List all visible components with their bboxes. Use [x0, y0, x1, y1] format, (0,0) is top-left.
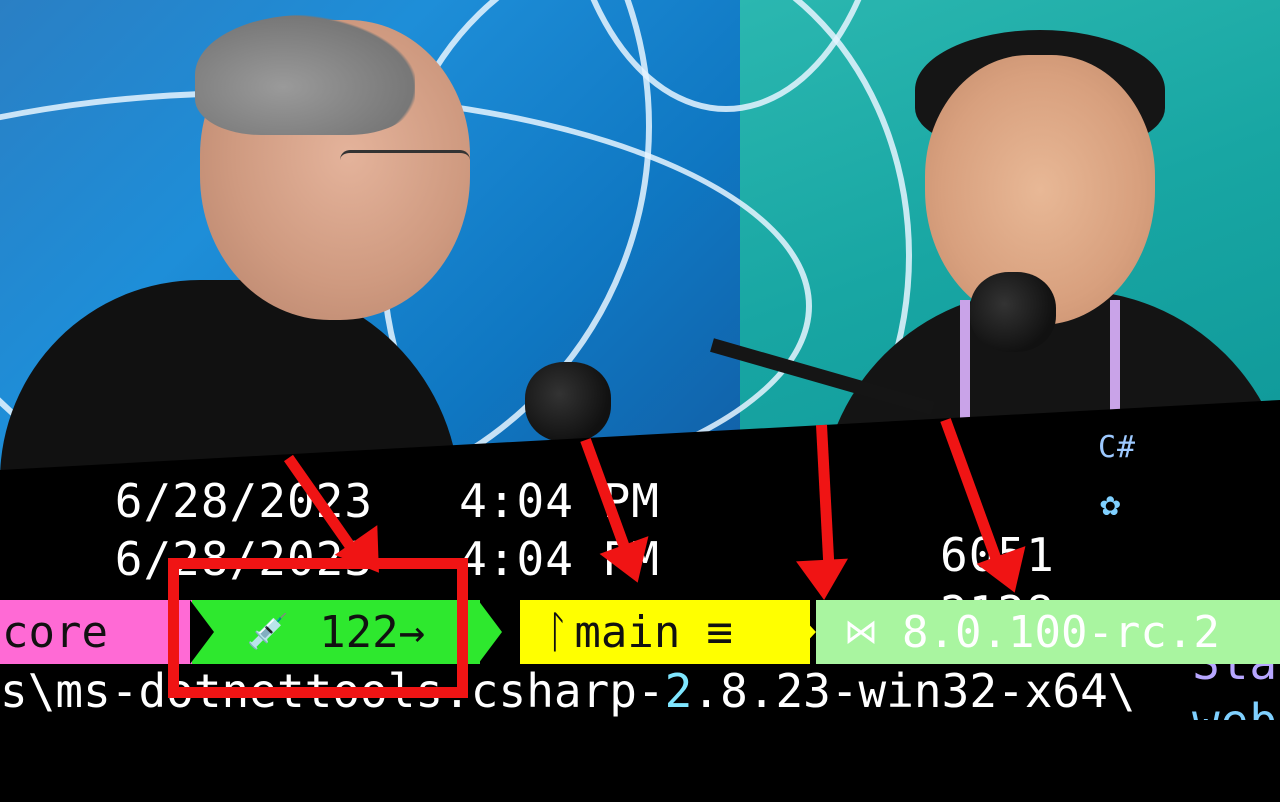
prompt-segment-core: core [0, 600, 192, 664]
left-person-hair [195, 15, 415, 135]
path-highlight: 2 [664, 664, 693, 718]
csharp-icon: C# [1098, 430, 1137, 465]
gear-icon: ✿ [1100, 484, 1122, 524]
microphone-icon [525, 362, 611, 442]
prompt-segment-dotnet: ⋈ 8.0.100-rc.2 [816, 600, 1280, 664]
dotnet-version: 8.0.100-rc.2 [902, 606, 1220, 658]
glasses [340, 150, 470, 183]
core-label: core [2, 606, 108, 658]
segment-separator [786, 600, 816, 664]
red-arrow-head [796, 558, 851, 602]
git-branch-name: main [574, 606, 681, 658]
segment-separator [478, 600, 502, 664]
highlight-box [168, 558, 468, 698]
visual-studio-icon: ⋈ [844, 612, 878, 652]
path-suffix: .8.23-win32-x64\ [692, 664, 1136, 718]
git-status: ≡ [706, 606, 733, 658]
microphone-icon [970, 272, 1056, 352]
prompt-segment-git: ᛚ main ≡ [520, 600, 810, 664]
git-branch-icon: ᛚ [544, 606, 571, 658]
video-frame-photo [0, 0, 1280, 470]
file-name: web [1192, 694, 1279, 748]
